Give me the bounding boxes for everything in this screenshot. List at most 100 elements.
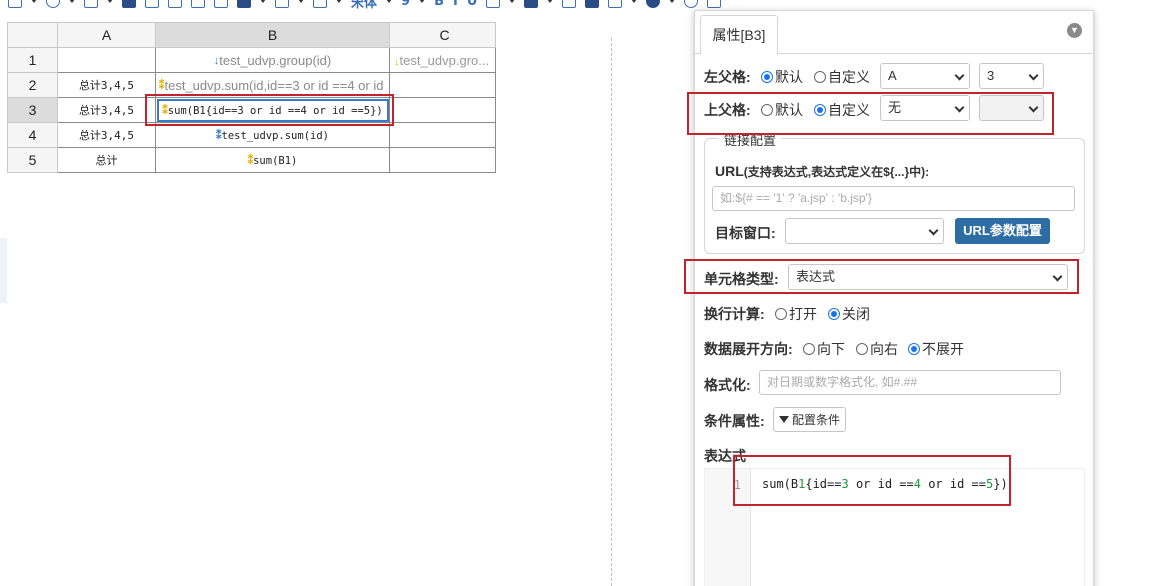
fill-color-icon[interactable] — [524, 0, 539, 8]
list-icon[interactable] — [707, 0, 722, 8]
row-header-1[interactable]: 1 — [7, 47, 58, 73]
left-parent-row-value: 3 — [987, 68, 995, 83]
globe-icon[interactable] — [646, 0, 661, 8]
url-label-text: URL — [715, 163, 744, 179]
url-param-config-button[interactable]: URL参数配置 — [955, 218, 1050, 244]
paste-icon[interactable] — [214, 0, 228, 8]
expand-down-radio[interactable]: 向下 — [803, 339, 845, 359]
cell-b5-text: sum(B1) — [253, 154, 298, 167]
condition-label: 条件属性: — [704, 413, 765, 429]
tab-properties[interactable]: 属性[B3] — [700, 15, 778, 55]
barcode-icon[interactable] — [608, 0, 623, 8]
radio-checked-icon — [761, 71, 773, 83]
chevron-down-icon[interactable] — [298, 0, 304, 3]
folder-icon[interactable] — [122, 0, 136, 8]
row-header-3[interactable]: 3 — [7, 97, 58, 123]
page-boundary-line — [611, 38, 612, 586]
cell-b5[interactable]: ⁑sum(B1) — [155, 147, 390, 173]
radio-checked-icon — [908, 343, 920, 355]
left-parent-column-select[interactable]: A — [880, 63, 970, 89]
left-parent-column-value: A — [888, 68, 897, 83]
cell-b2-text: test_udvp.sum(id,id==3 or id ==4 or id — [164, 78, 384, 94]
chevron-down-icon[interactable] — [260, 0, 266, 3]
expand-down-label: 向下 — [817, 341, 845, 357]
chevron-down-icon[interactable] — [419, 0, 426, 3]
column-header-b[interactable]: B — [155, 22, 390, 48]
corner-cell[interactable] — [7, 22, 58, 48]
format-label: 格式化: — [704, 377, 751, 393]
collapse-icon[interactable]: ▼ — [1067, 23, 1082, 38]
line-calc-off-radio[interactable]: 关闭 — [828, 304, 870, 324]
line-calc-label: 换行计算: — [704, 306, 765, 322]
cell-c5[interactable] — [389, 147, 496, 173]
column-header-c[interactable]: C — [389, 22, 496, 48]
table-row: 5 总计 ⁑sum(B1) — [7, 147, 496, 173]
expand-none-label: 不展开 — [922, 341, 964, 357]
copy-icon[interactable] — [191, 0, 205, 8]
chevron-down-icon[interactable] — [107, 0, 113, 3]
left-parent-custom-radio[interactable]: 自定义 — [814, 67, 870, 87]
row-header-5[interactable]: 5 — [7, 147, 58, 173]
line-calc-on-radio[interactable]: 打开 — [775, 304, 817, 324]
zoom-icon[interactable] — [8, 0, 22, 8]
url-label: URL(支持表达式,表达式定义在${...}中): — [715, 163, 929, 180]
cut-icon[interactable] — [168, 0, 182, 8]
chevron-down-icon[interactable] — [31, 0, 37, 3]
table-icon[interactable] — [313, 0, 327, 8]
font-color-icon[interactable] — [486, 0, 501, 8]
undo-icon[interactable] — [46, 0, 60, 8]
radio-unchecked-icon — [775, 308, 787, 320]
column-header-row: A B C — [7, 22, 496, 48]
cell-a4[interactable]: 总计3,4,5 — [57, 122, 156, 148]
cell-a1[interactable] — [57, 47, 156, 73]
print-icon[interactable] — [145, 0, 159, 8]
config-condition-label: 配置条件 — [792, 413, 841, 427]
cell-b1[interactable]: ↓test_udvp.group(id) — [155, 47, 390, 73]
chart-icon[interactable] — [585, 0, 600, 8]
save-icon[interactable] — [84, 0, 98, 8]
cell-c4[interactable] — [389, 122, 496, 148]
chevron-down-icon[interactable] — [386, 0, 393, 3]
cell-a5[interactable]: 总计 — [57, 147, 156, 173]
chevron-down-icon[interactable] — [69, 0, 75, 3]
italic-button[interactable]: I — [453, 0, 458, 9]
table-row: 1 ↓test_udvp.group(id) ↓test_udvp.gro... — [7, 47, 496, 73]
settings-icon[interactable] — [684, 0, 699, 8]
chevron-down-icon[interactable] — [631, 0, 638, 3]
row-header-2[interactable]: 2 — [7, 72, 58, 98]
chevron-down-icon[interactable] — [669, 0, 676, 3]
chevron-down-icon[interactable] — [509, 0, 516, 3]
left-parent-row-select[interactable]: 3 — [979, 63, 1044, 89]
cell-a2[interactable]: 总计3,4,5 — [57, 72, 156, 98]
expand-right-radio[interactable]: 向右 — [856, 339, 898, 359]
chevron-down-icon[interactable] — [336, 0, 342, 3]
border-icon[interactable] — [275, 0, 289, 8]
underline-button[interactable]: U — [467, 0, 478, 9]
column-header-a[interactable]: A — [57, 22, 156, 48]
underline-icon[interactable] — [237, 0, 251, 8]
table-row: 4 总计3,4,5 ⁑test_udvp.sum(id) — [7, 122, 496, 148]
radio-unchecked-icon — [856, 343, 868, 355]
bold-button[interactable]: B — [434, 0, 444, 9]
radio-unchecked-icon — [803, 343, 815, 355]
url-input[interactable]: 如:${# == '1' ? 'a.jsp' : 'b.jsp'} — [712, 186, 1075, 211]
highlight-box-expression — [733, 455, 1011, 506]
format-input[interactable]: 对日期或数字格式化, 如#.## — [759, 370, 1061, 395]
target-window-select[interactable] — [785, 218, 944, 244]
cell-c1[interactable]: ↓test_udvp.gro... — [389, 47, 496, 73]
cell-a3[interactable]: 总计3,4,5 — [57, 97, 156, 123]
chevron-down-icon[interactable] — [547, 0, 554, 3]
config-condition-button[interactable]: 配置条件 — [773, 407, 847, 432]
cell-c3[interactable] — [389, 97, 496, 123]
cell-b4[interactable]: ⁑test_udvp.sum(id) — [155, 122, 390, 148]
expand-none-radio[interactable]: 不展开 — [908, 339, 964, 359]
cell-b4-text: test_udvp.sum(id) — [221, 129, 329, 142]
left-parent-default-radio[interactable]: 默认 — [761, 67, 803, 87]
font-size-icon[interactable]: 9 — [401, 0, 410, 9]
report-designer: 宋体 9 B I U A B C 1 ↓test_udvp.group(id) … — [0, 0, 1173, 586]
row-header-4[interactable]: 4 — [7, 122, 58, 148]
image-icon[interactable] — [562, 0, 577, 8]
font-name-select[interactable]: 宋体 — [351, 0, 377, 11]
cell-c2[interactable] — [389, 72, 496, 98]
chevron-down-icon — [928, 225, 939, 236]
